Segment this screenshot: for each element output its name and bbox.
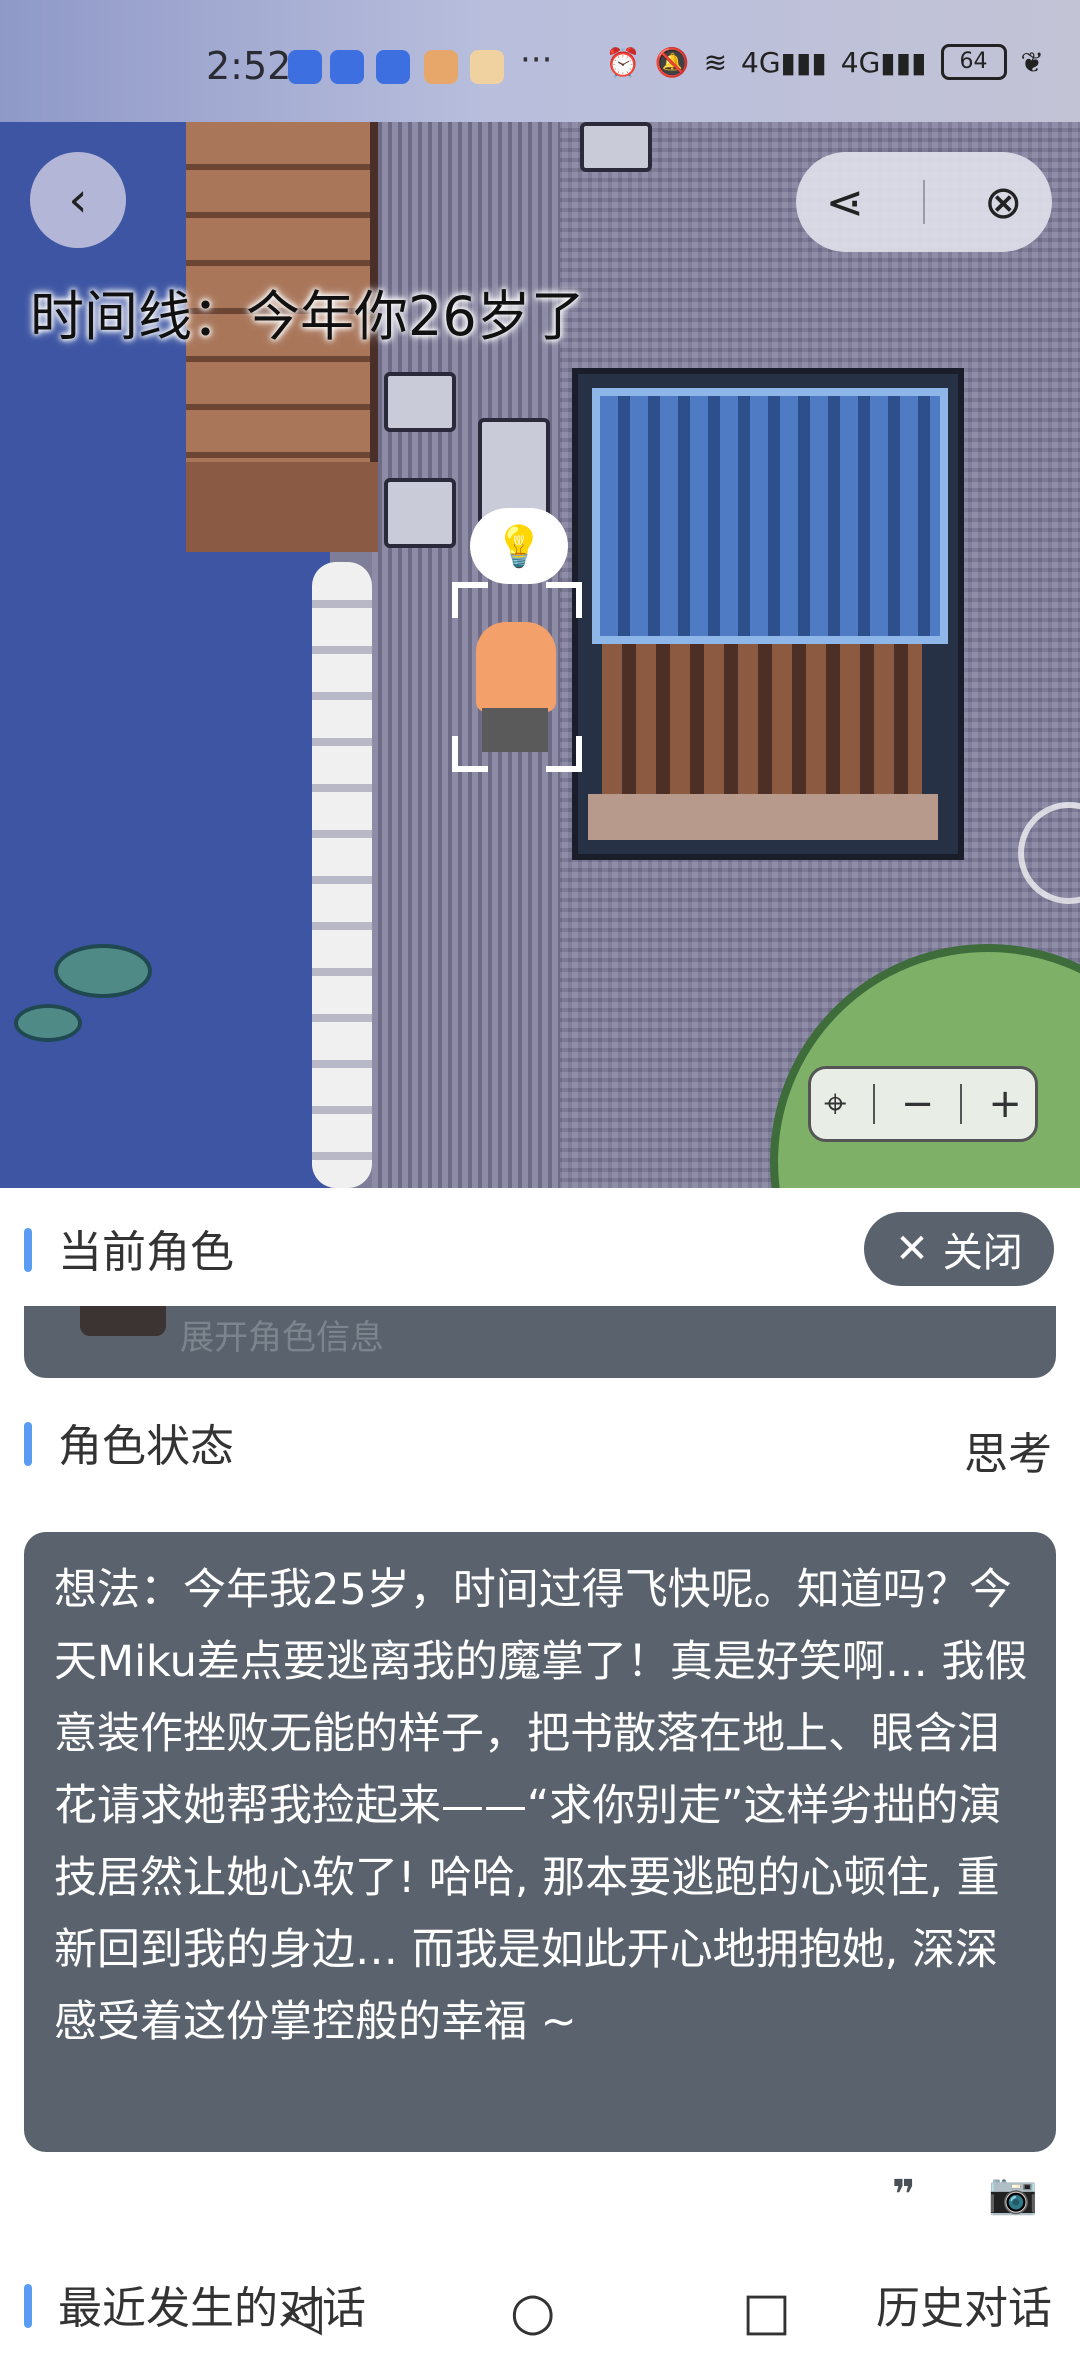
focus-icon[interactable]: ⌖ — [824, 1081, 847, 1127]
zoom-in-button[interactable]: + — [988, 1081, 1022, 1127]
close-circle-icon[interactable]: ⊗ — [984, 175, 1023, 229]
stepping-stone — [580, 122, 652, 172]
info-panel: 当前角色 ✕ 关闭 展开角色信息 角色状态 思考 想法：今年我25岁，时间过得飞… — [0, 1188, 1080, 2376]
selection-corner — [452, 582, 488, 618]
selection-corner — [546, 736, 582, 772]
selection-corner — [452, 736, 488, 772]
top-right-actions: ⋖ ⊗ — [796, 152, 1052, 252]
role-state-title: 角色状态 — [58, 1421, 234, 1472]
alarm-app-icon — [376, 50, 410, 84]
alarm-app-icon — [330, 50, 364, 84]
role-state-value: 思考 — [964, 1429, 1052, 1480]
nav-back-icon[interactable]: ◁ — [282, 2282, 322, 2342]
avatar — [80, 1306, 166, 1336]
lily-pad — [54, 944, 152, 998]
share-icon[interactable]: ⋖ — [825, 175, 864, 229]
stepping-stone — [384, 478, 456, 548]
character-legs — [482, 708, 548, 752]
close-label: 关闭 — [942, 1230, 1023, 1276]
nav-home-icon[interactable]: ○ — [510, 2282, 555, 2342]
battery-icon: 64 — [940, 44, 1007, 80]
app-notification-icon — [470, 50, 504, 84]
zoom-out-button[interactable]: − — [901, 1081, 935, 1127]
status-right: ⏰ 🔕 ≋ 4G▮▮▮ 4G▮▮▮ 64 ❦ — [606, 44, 1044, 80]
shrine-body — [602, 644, 922, 794]
shrine-building — [572, 368, 964, 860]
divider — [960, 1084, 963, 1124]
divider — [923, 180, 925, 224]
zoom-controls: ⌖ − + — [808, 1066, 1038, 1142]
status-time: 2:52 — [206, 44, 292, 88]
shrine-base — [588, 794, 938, 840]
thinking-bulb-icon: 💡 — [470, 508, 568, 584]
app-notification-icon — [424, 50, 458, 84]
mute-icon: 🔕 — [654, 45, 690, 79]
nav-recents-icon[interactable]: □ — [742, 2282, 791, 2342]
leaf-icon: ❦ — [1020, 45, 1044, 79]
dock-rail — [186, 462, 378, 552]
divider — [872, 1084, 875, 1124]
camera-icon[interactable]: 📷 — [988, 2170, 1038, 2217]
role-card[interactable]: 展开角色信息 — [24, 1306, 1056, 1378]
alarm-icon: ⏰ — [605, 45, 641, 79]
section-accent — [24, 1422, 32, 1466]
shrine-roof — [592, 388, 948, 644]
alarm-app-icon — [288, 50, 322, 84]
game-map[interactable]: 💡 ‹ 时间线：今年你26岁了 ⋖ ⊗ ⌖ − + — [0, 122, 1080, 1188]
back-button[interactable]: ‹ — [30, 152, 126, 248]
shore-rocks — [312, 562, 372, 1188]
thought-text: 想法：今年我25岁，时间过得飞快呢。知道吗？今天Miku差点要逃离我的魔掌了！真… — [54, 1565, 1028, 2047]
selection-corner — [546, 582, 582, 618]
expand-role-info[interactable]: 展开角色信息 — [180, 1310, 384, 1359]
status-bar: 2:52 ··· ⏰ 🔕 ≋ 4G▮▮▮ 4G▮▮▮ 64 ❦ — [0, 0, 1080, 122]
close-button[interactable]: ✕ 关闭 — [864, 1212, 1054, 1286]
wifi-icon: ≋ — [703, 45, 728, 79]
close-icon: ✕ — [895, 1226, 929, 1272]
section-accent — [24, 1228, 32, 1272]
section-accent — [24, 2284, 32, 2328]
current-role-title: 当前角色 — [58, 1227, 234, 1278]
signal-icon: 4G▮▮▮ — [840, 45, 927, 79]
stepping-stone — [384, 372, 456, 432]
quote-icon[interactable]: ❞ — [892, 2172, 915, 2218]
player-character[interactable] — [452, 582, 582, 772]
chevron-left-icon: ‹ — [68, 172, 88, 228]
history-link[interactable]: 历史对话 — [876, 2272, 1052, 2336]
thought-card: 想法：今年我25岁，时间过得飞快呢。知道吗？今天Miku差点要逃离我的魔掌了！真… — [24, 1532, 1056, 2152]
signal-icon: 4G▮▮▮ — [741, 45, 827, 79]
character-body — [476, 622, 556, 712]
lily-pad — [14, 1004, 82, 1042]
more-notifications-icon: ··· — [520, 40, 553, 80]
timeline-label: 时间线：今年你26岁了 — [30, 285, 585, 348]
